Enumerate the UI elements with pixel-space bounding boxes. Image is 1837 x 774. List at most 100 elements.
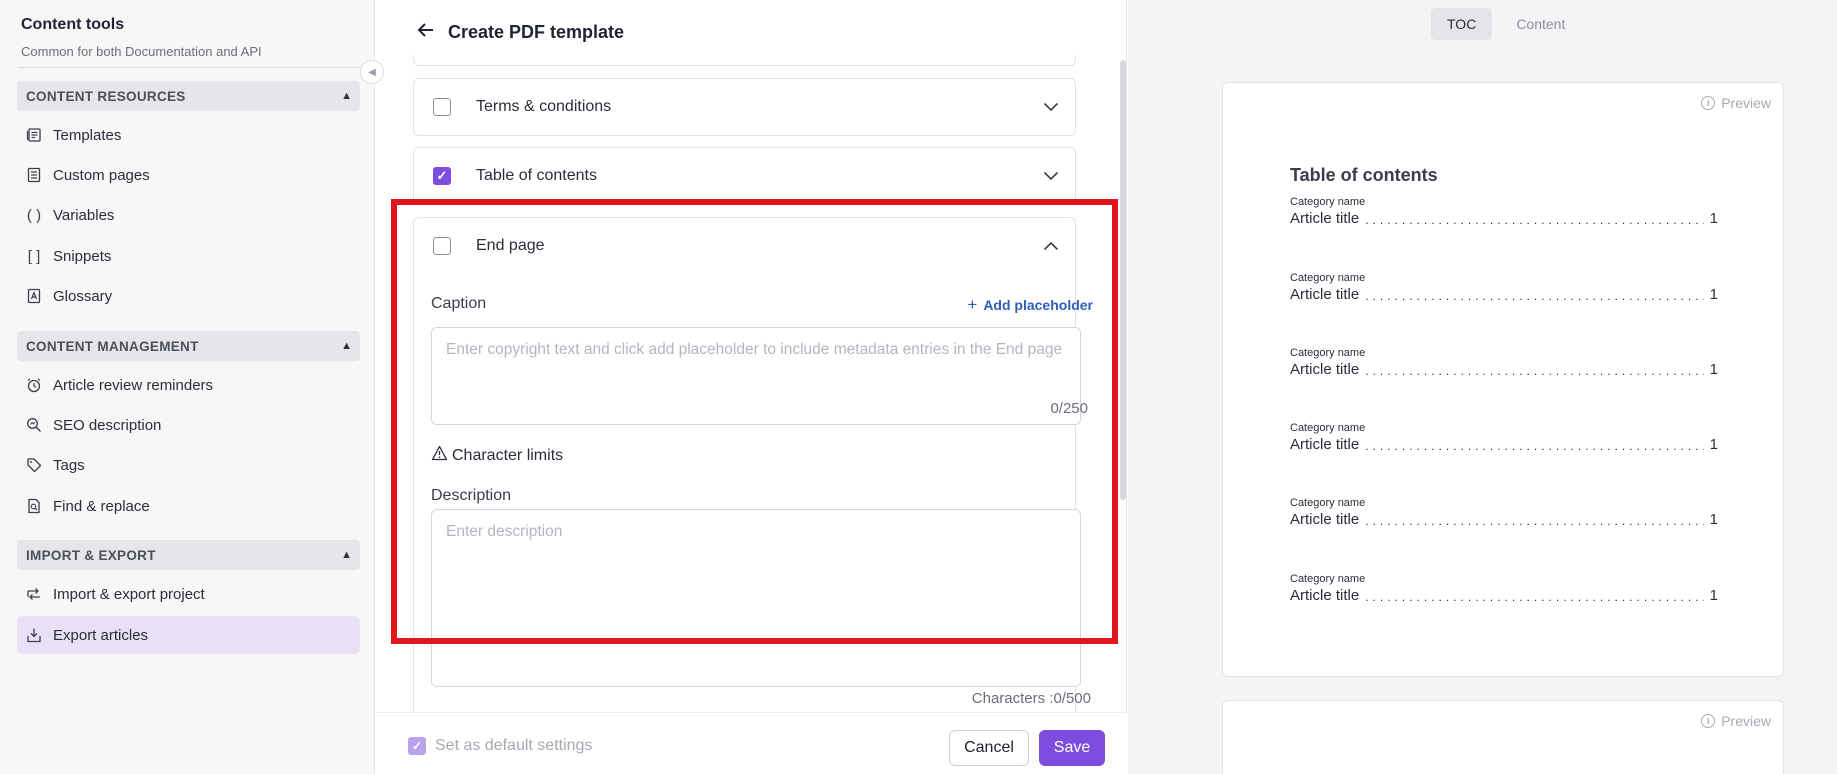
toc-article-title: Article title <box>1290 587 1360 604</box>
default-settings-checkbox[interactable]: ✓ <box>408 737 426 755</box>
divider <box>18 67 360 68</box>
toc-article-title: Article title <box>1290 210 1360 227</box>
preview-label: Preview <box>1721 95 1771 111</box>
import-export-icon <box>25 585 43 603</box>
sidebar-title: Content tools <box>21 16 125 33</box>
toc-entry: Category name Article title.............… <box>1290 196 1718 227</box>
description-textarea[interactable]: Enter description <box>431 509 1081 687</box>
sidebar-item-export-articles[interactable]: Export articles <box>17 616 360 654</box>
preview-badge: i Preview <box>1701 95 1771 111</box>
toc-leader: ........................................… <box>1365 439 1703 453</box>
tab-content[interactable]: Content <box>1500 8 1581 40</box>
preview-pane: TOC Content i Preview Table of contents … <box>1128 0 1837 774</box>
toc-leader: ........................................… <box>1365 514 1703 528</box>
section-label: CONTENT MANAGEMENT <box>26 338 199 354</box>
section-label: CONTENT RESOURCES <box>26 88 186 104</box>
caption-counter: 0/250 <box>1050 400 1088 417</box>
add-placeholder-button[interactable]: + Add placeholder <box>967 295 1093 315</box>
chevron-down-icon[interactable] <box>1043 99 1059 115</box>
sidebar-item-glossary[interactable]: Glossary <box>17 277 360 315</box>
preview-tabs: TOC Content <box>1431 8 1581 40</box>
chevron-left-icon: ◀ <box>368 66 376 78</box>
sidebar-item-label: Export articles <box>53 626 149 644</box>
accordion-label: Terms & conditions <box>476 98 612 115</box>
preview-badge: i Preview <box>1701 713 1771 729</box>
page-title: Create PDF template <box>448 22 625 42</box>
alarm-clock-icon <box>25 376 43 394</box>
sidebar-item-seo-description[interactable]: SEO description <box>17 406 360 444</box>
brackets-icon: [ ] <box>27 247 41 265</box>
toc-article-title: Article title <box>1290 436 1360 453</box>
back-arrow-icon[interactable] <box>416 20 436 46</box>
save-button[interactable]: Save <box>1039 730 1105 766</box>
toc-page-number: 1 <box>1709 210 1718 227</box>
accordion-header[interactable]: ✓ Table of contents <box>414 148 1075 204</box>
caret-up-icon: ▲ <box>341 549 352 561</box>
sidebar-item-article-review-reminders[interactable]: Article review reminders <box>17 366 360 404</box>
tag-icon <box>25 456 43 474</box>
toc-page-number: 1 <box>1709 511 1718 528</box>
toc-title: Table of contents <box>1290 165 1438 185</box>
toc-checkbox[interactable]: ✓ <box>433 167 451 185</box>
toc-article-title: Article title <box>1290 511 1360 528</box>
collapse-sidebar-button[interactable]: ◀ <box>360 60 384 84</box>
accordion-header[interactable]: Terms & conditions <box>414 79 1075 135</box>
sidebar: Content tools Common for both Documentat… <box>0 0 375 774</box>
terms-checkbox[interactable] <box>433 98 451 116</box>
sidebar-item-templates[interactable]: Templates <box>17 116 360 154</box>
scrollbar[interactable] <box>1120 60 1126 500</box>
default-settings-label: Set as default settings <box>435 737 593 754</box>
checkmark-icon: ✓ <box>411 739 423 753</box>
toc-entry: Category name Article title.............… <box>1290 573 1718 604</box>
toc-article-title: Article title <box>1290 286 1360 303</box>
sidebar-item-import-export-project[interactable]: Import & export project <box>17 575 360 613</box>
sidebar-item-label: Import & export project <box>53 585 205 603</box>
character-limits-link[interactable]: Character limits <box>431 445 563 466</box>
seo-search-icon <box>25 416 43 434</box>
toc-category: Category name <box>1290 422 1366 434</box>
toc-category: Category name <box>1290 573 1366 585</box>
tab-toc[interactable]: TOC <box>1431 8 1493 40</box>
preview-card: i Preview Table of contents Category nam… <box>1222 82 1784 677</box>
toc-entry: Category name Article title.............… <box>1290 422 1718 453</box>
add-placeholder-label: Add placeholder <box>983 297 1093 313</box>
toc-leader: ........................................… <box>1365 364 1703 378</box>
cancel-button[interactable]: Cancel <box>949 730 1029 766</box>
warning-icon <box>431 445 448 466</box>
sidebar-item-label: Find & replace <box>53 497 150 515</box>
chevron-up-icon[interactable] <box>1043 238 1059 254</box>
glossary-icon <box>25 287 43 305</box>
toc-leader: ........................................… <box>1365 289 1703 303</box>
sidebar-item-custom-pages[interactable]: Custom pages <box>17 156 360 194</box>
toc-entry: Category name Article title.............… <box>1290 347 1718 378</box>
chevron-down-icon[interactable] <box>1043 168 1059 184</box>
info-icon: i <box>1701 96 1716 110</box>
editor-footer: ✓ Set as default settings Cancel Save <box>376 712 1127 774</box>
section-import-export[interactable]: IMPORT & EXPORT ▲ <box>17 540 360 570</box>
sidebar-item-snippets[interactable]: [ ] Snippets <box>17 237 360 275</box>
section-table-of-contents: ✓ Table of contents <box>413 147 1076 205</box>
toc-leader: ........................................… <box>1365 213 1703 227</box>
toc-category: Category name <box>1290 497 1366 509</box>
section-content-resources[interactable]: CONTENT RESOURCES ▲ <box>17 81 360 111</box>
sidebar-item-tags[interactable]: Tags <box>17 446 360 484</box>
export-icon <box>25 626 43 644</box>
accordion-header[interactable]: End page <box>414 218 1075 274</box>
sidebar-item-label: Custom pages <box>53 166 150 184</box>
sidebar-item-label: Variables <box>53 206 115 224</box>
toc-entry: Category name Article title.............… <box>1290 497 1718 528</box>
sidebar-item-label: SEO description <box>53 416 162 434</box>
section-content-management[interactable]: CONTENT MANAGEMENT ▲ <box>17 331 360 361</box>
toc-article-title: Article title <box>1290 361 1360 378</box>
sidebar-item-label: Tags <box>53 456 85 474</box>
toc-category: Category name <box>1290 347 1366 359</box>
sidebar-item-find-replace[interactable]: Find & replace <box>17 487 360 525</box>
end-page-checkbox[interactable] <box>433 237 451 255</box>
caption-textarea[interactable]: Enter copyright text and click add place… <box>431 327 1081 425</box>
section-terms-conditions: Terms & conditions <box>413 78 1076 136</box>
sidebar-item-variables[interactable]: ( ) Variables <box>17 196 360 234</box>
templates-icon <box>25 126 43 144</box>
toc-entry: Category name Article title.............… <box>1290 272 1718 303</box>
collapsed-card-edge <box>413 55 1076 66</box>
toc-page-number: 1 <box>1709 286 1718 303</box>
